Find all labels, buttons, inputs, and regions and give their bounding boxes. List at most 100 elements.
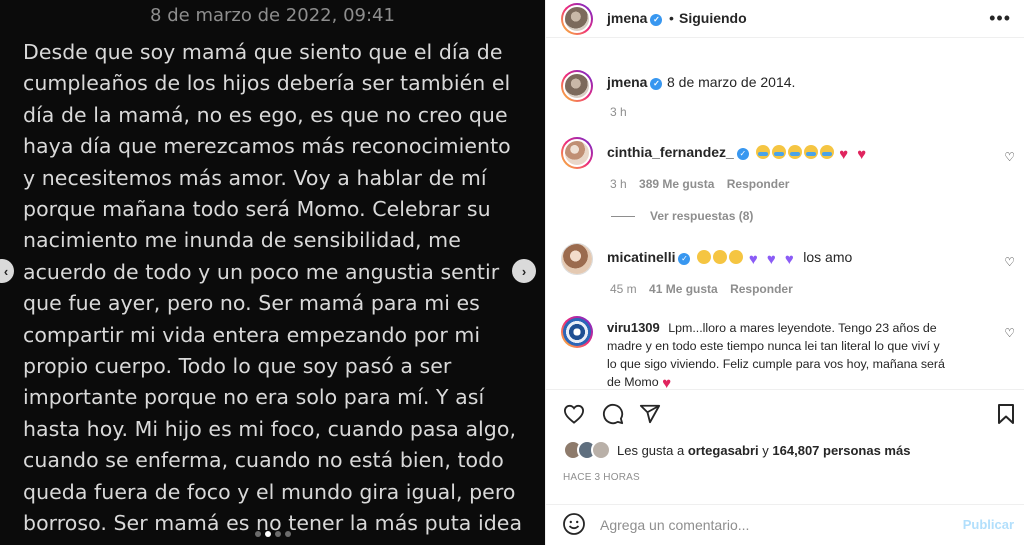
image-line: compartir mi vida entera empezando por m… bbox=[23, 322, 481, 347]
liker-username[interactable]: ortegasabri bbox=[688, 443, 759, 458]
comment-likes[interactable]: 389 Me gusta bbox=[639, 177, 714, 191]
author-avatar[interactable] bbox=[561, 3, 593, 35]
liker-avatar bbox=[591, 440, 611, 460]
image-line: porque mañana todo será Momo. Celebrar s… bbox=[23, 197, 491, 222]
comment: micatinelli ✓ ♥ ♥ ♥ los amo bbox=[607, 248, 852, 267]
likes-middle: y bbox=[762, 442, 769, 458]
view-replies-label: Ver respuestas (8) bbox=[650, 209, 754, 223]
crying-emoji-icon bbox=[803, 145, 818, 159]
comment-body-line: de Momo bbox=[607, 375, 659, 389]
caption-time[interactable]: 3 h bbox=[610, 105, 627, 119]
more-options-icon[interactable]: ••• bbox=[989, 8, 1011, 29]
author-username-text: jmena bbox=[607, 10, 648, 26]
share-button[interactable] bbox=[638, 402, 662, 426]
publish-button[interactable]: Publicar bbox=[963, 517, 1014, 532]
replies-rule bbox=[611, 215, 635, 217]
comment-button[interactable] bbox=[601, 402, 625, 426]
image-line: Desde que soy mamá que siento que el día… bbox=[23, 40, 503, 64]
likes-summary[interactable]: Les gusta a ortegasabri y 164,807 person… bbox=[563, 440, 910, 460]
carousel-dot bbox=[254, 531, 261, 537]
post-sidebar: jmena ✓ • Siguiendo ••• jmena ✓ 8 de marzo… bbox=[545, 0, 1024, 545]
caption-username[interactable]: jmena ✓ bbox=[607, 74, 663, 90]
reply-button[interactable]: Responder bbox=[727, 177, 790, 191]
comment: cinthia_fernandez_ ✓ ♥ ♥ bbox=[607, 143, 872, 162]
crying-emoji-icon bbox=[819, 145, 834, 159]
commenter-avatar[interactable] bbox=[561, 137, 593, 169]
caption-text: 8 de marzo de 2014. bbox=[667, 74, 796, 90]
comment-meta: 45 m 41 Me gusta Responder bbox=[610, 282, 793, 296]
face-emoji-icon bbox=[697, 250, 712, 264]
face-emoji-icon bbox=[713, 250, 728, 264]
like-comment-heart-icon[interactable]: ♡ bbox=[1004, 255, 1015, 269]
verified-badge-icon: ✓ bbox=[650, 78, 663, 90]
crying-emoji-icon bbox=[787, 145, 802, 159]
reply-button[interactable]: Responder bbox=[730, 282, 793, 296]
image-text: Desde que soy mamá que siento que el día… bbox=[23, 37, 528, 540]
likes-text: Les gusta a ortegasabri y 164,807 person… bbox=[617, 443, 910, 458]
comment-meta: 3 h 389 Me gusta Responder bbox=[610, 177, 789, 191]
bookmark-icon bbox=[998, 404, 1014, 424]
verified-badge-icon: ✓ bbox=[678, 253, 691, 265]
like-comment-heart-icon[interactable]: ♡ bbox=[1004, 326, 1015, 340]
post-time[interactable]: HACE 3 HORAS bbox=[563, 472, 640, 483]
following-button[interactable]: Siguiendo bbox=[679, 10, 747, 26]
send-icon bbox=[639, 404, 661, 424]
image-line: queda fuera de foco y el mundo gira igua… bbox=[23, 479, 516, 504]
comment-likes[interactable]: 41 Me gusta bbox=[649, 282, 718, 296]
carousel-dot bbox=[284, 531, 291, 537]
comment-username[interactable]: micatinelli bbox=[607, 249, 675, 265]
image-line: propio cuerpo. Todo lo que soy pasó a se… bbox=[23, 354, 452, 379]
emoji-picker-button[interactable] bbox=[562, 512, 586, 536]
comment-input[interactable] bbox=[600, 515, 940, 535]
comment-username[interactable]: cinthia_fernandez_ bbox=[607, 144, 734, 160]
carousel-dot-active bbox=[264, 531, 271, 537]
red-heart-emoji-icon: ♥ bbox=[839, 146, 849, 163]
comment-username[interactable]: viru1309 bbox=[607, 320, 660, 335]
image-line: hasta hoy. Mi hijo es mi foco, cuando pa… bbox=[23, 416, 517, 441]
purple-heart-emoji-icon: ♥ bbox=[784, 251, 794, 268]
comment-time[interactable]: 3 h bbox=[610, 177, 627, 191]
comment-body: los amo bbox=[803, 249, 853, 265]
like-button[interactable] bbox=[562, 402, 586, 426]
divider bbox=[546, 389, 1024, 390]
commenter-avatar[interactable] bbox=[561, 316, 593, 348]
heart-icon bbox=[563, 404, 585, 424]
caption-username-text: jmena bbox=[607, 74, 648, 90]
crying-emoji-icon bbox=[755, 145, 770, 159]
comment-body-line: lo que sigo viviendo. Feliz cumple para … bbox=[607, 357, 945, 371]
image-line: nacimiento me inunda de sensibilidad, me bbox=[23, 228, 461, 253]
image-line: día de la mamá, no es ego, es que no cre… bbox=[23, 102, 508, 127]
image-line: haya día que merezcamos más reconocimien… bbox=[23, 134, 511, 159]
save-button[interactable] bbox=[994, 402, 1018, 426]
previous-slide-button[interactable]: ‹ bbox=[0, 259, 14, 283]
caption-avatar[interactable] bbox=[561, 70, 593, 102]
post-media[interactable]: 8 de marzo de 2022, 09:41 Desde que soy … bbox=[0, 0, 545, 545]
comment-emojis: ♥ ♥ bbox=[755, 144, 872, 163]
commenter-avatar[interactable] bbox=[561, 243, 593, 275]
crying-emoji-icon bbox=[771, 145, 786, 159]
verified-badge-icon: ✓ bbox=[736, 148, 749, 160]
comment-time[interactable]: 45 m bbox=[610, 282, 637, 296]
image-line: y necesitemos más amor. Voy a hablar de … bbox=[23, 165, 487, 190]
next-slide-button[interactable]: › bbox=[512, 259, 536, 283]
comment-emojis: ♥ ♥ ♥ bbox=[697, 249, 803, 268]
comment-bubble-icon bbox=[602, 403, 624, 425]
author-username[interactable]: jmena ✓ bbox=[607, 10, 663, 26]
chevron-left-icon: ‹ bbox=[3, 263, 9, 279]
purple-heart-emoji-icon: ♥ bbox=[766, 251, 776, 268]
likes-count[interactable]: 164,807 personas más bbox=[772, 443, 910, 458]
view-replies-button[interactable]: Ver respuestas (8) bbox=[611, 209, 753, 223]
add-comment-bar: Publicar bbox=[546, 505, 1024, 545]
image-line: que fue ayer, pero no. Ser mamá para mi … bbox=[23, 291, 480, 316]
smiley-icon bbox=[563, 513, 585, 535]
image-line: acuerdo de todo y un poco me angustia se… bbox=[23, 259, 500, 284]
verified-badge-icon: ✓ bbox=[650, 14, 663, 26]
comment-body-line: madre y en todo este tiempo nunca lei ta… bbox=[607, 339, 940, 353]
image-line: cuando se enferma, cuando no está bien, … bbox=[23, 448, 504, 473]
image-line: importante porque no era solo para mí. Y… bbox=[23, 385, 485, 410]
post-header: jmena ✓ • Siguiendo ••• bbox=[546, 0, 1024, 38]
carousel-dots bbox=[0, 531, 545, 537]
carousel-dot bbox=[274, 531, 281, 537]
header-separator: • bbox=[669, 10, 674, 26]
like-comment-heart-icon[interactable]: ♡ bbox=[1004, 150, 1015, 164]
